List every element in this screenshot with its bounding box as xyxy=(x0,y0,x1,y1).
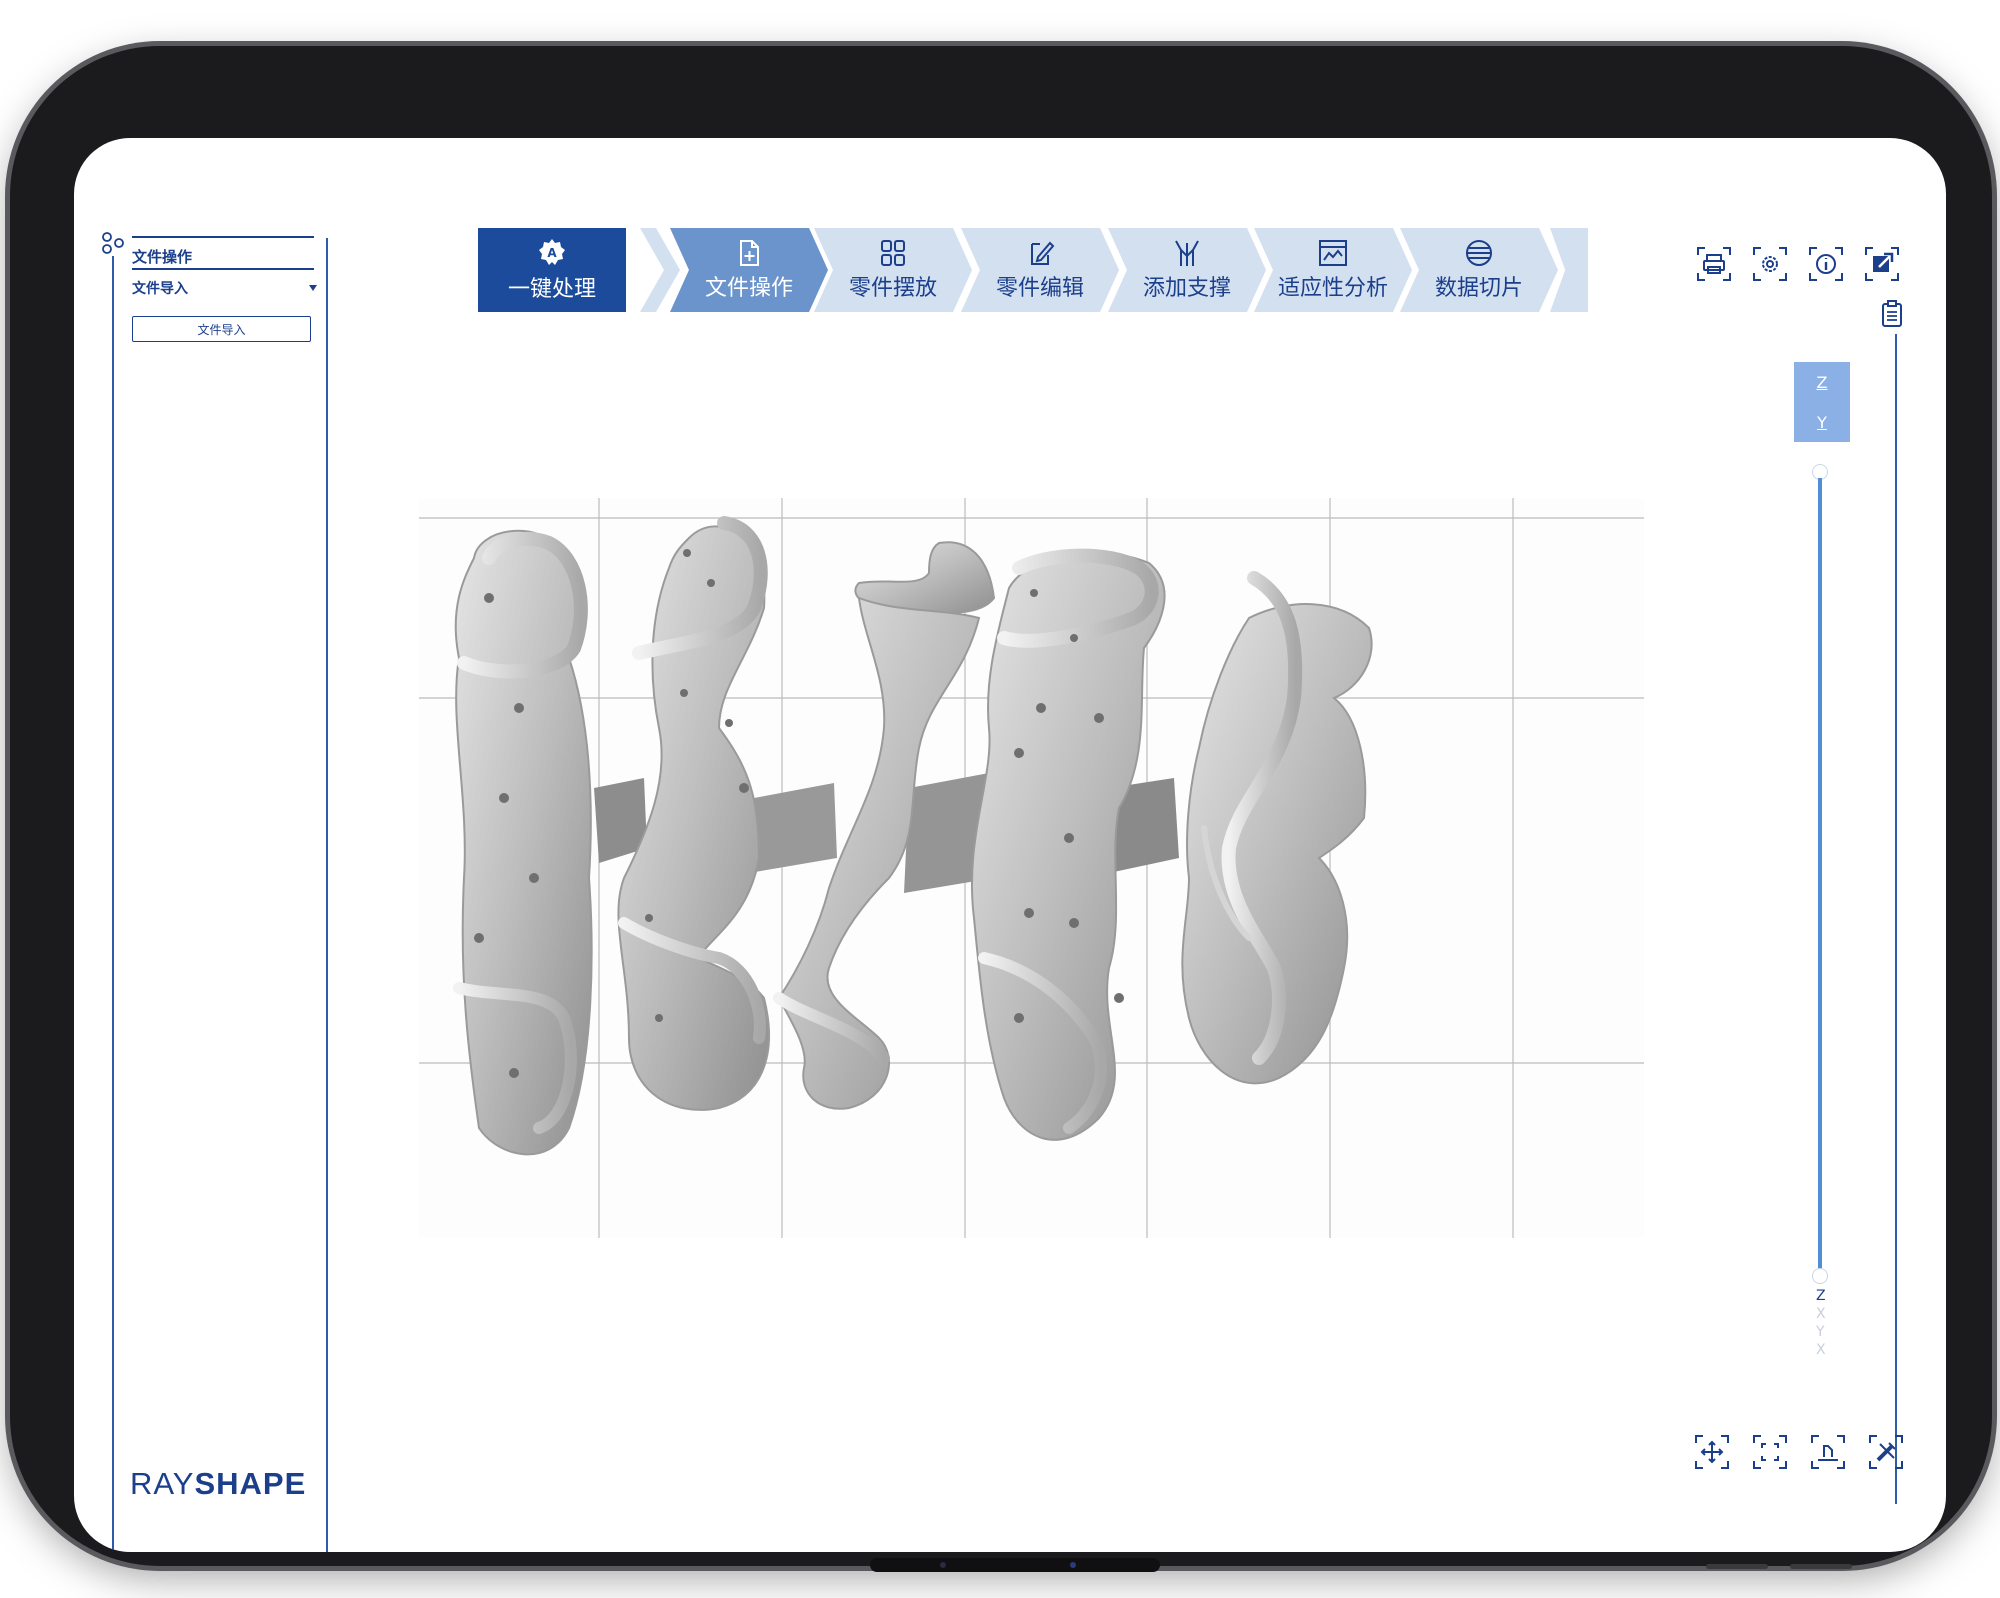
layer-slider-bottom-handle[interactable] xyxy=(1812,1268,1828,1284)
app-screen: 文件操作 文件导入 文件导入 RAYSHAPE A 一键处理 文件操作 零件摆放… xyxy=(74,138,1946,1552)
build-plate-viewport[interactable] xyxy=(419,498,1644,1238)
file-action-select-value: 文件导入 xyxy=(132,281,188,297)
place-on-bed-icon[interactable] xyxy=(1810,1434,1846,1470)
step-arrow-lead xyxy=(640,228,680,312)
clipboard-list-icon[interactable] xyxy=(1878,300,1906,328)
grid-icon xyxy=(881,240,905,266)
chevron-down-icon xyxy=(309,285,317,291)
import-file-button[interactable]: 文件导入 xyxy=(132,316,311,342)
axis-z-button[interactable]: Z xyxy=(1794,362,1850,402)
step-add-support[interactable]: 添加支撑 xyxy=(1108,228,1266,312)
step-label: 添加支撑 xyxy=(1142,276,1231,301)
print-icon[interactable] xyxy=(1696,246,1732,282)
step-adaptability-analysis[interactable]: 适应性分析 xyxy=(1254,228,1412,312)
step-label: 数据切片 xyxy=(1434,276,1523,301)
step-label: 文件操作 xyxy=(704,276,793,301)
layer-slider-track[interactable] xyxy=(1818,478,1822,1274)
file-add-icon xyxy=(740,240,759,266)
panel-divider xyxy=(132,268,314,270)
right-panel-border xyxy=(1895,334,1897,1504)
fit-view-icon[interactable] xyxy=(1752,1434,1788,1470)
tablet-frame: 文件操作 文件导入 文件导入 RAYSHAPE A 一键处理 文件操作 零件摆放… xyxy=(10,46,1992,1572)
step-label: 适应性分析 xyxy=(1277,276,1388,301)
settings-icon[interactable] xyxy=(1752,246,1788,282)
move-icon[interactable] xyxy=(1694,1434,1730,1470)
edit-document-icon xyxy=(1031,241,1055,265)
volume-button xyxy=(1706,1564,1768,1569)
axis-label: X xyxy=(1816,1342,1826,1358)
panel-divider xyxy=(132,236,314,238)
panel-section-title: 文件操作 xyxy=(132,248,193,266)
power-button xyxy=(1790,1564,1852,1569)
step-part-placement[interactable]: 零件摆放 xyxy=(814,228,972,312)
step-data-slice[interactable]: 数据切片 xyxy=(1400,228,1558,312)
tools-icon[interactable] xyxy=(1868,1434,1904,1470)
file-action-select[interactable]: 文件导入 xyxy=(132,276,317,300)
support-icon xyxy=(1175,240,1199,266)
step-file-operation[interactable]: 文件操作 xyxy=(670,228,828,312)
axis-label: Y xyxy=(1816,1324,1825,1340)
axis-label: X xyxy=(1816,1306,1826,1322)
axis-label: Z xyxy=(1816,1288,1826,1304)
auto-process-icon: A xyxy=(539,239,565,265)
brand-logo: RAYSHAPE xyxy=(130,1466,307,1501)
camera-bar xyxy=(870,1558,1160,1572)
panel-right-border xyxy=(326,238,328,1552)
axis-y-button[interactable]: Y xyxy=(1794,402,1850,442)
step-label: 零件编辑 xyxy=(995,276,1084,301)
info-icon[interactable] xyxy=(1808,246,1844,282)
layers-slice-icon xyxy=(1466,240,1492,266)
step-label: 零件摆放 xyxy=(848,276,937,301)
auto-process-button[interactable]: A 一键处理 xyxy=(478,228,626,312)
panel-nodes-icon[interactable] xyxy=(100,230,126,256)
analysis-chart-icon xyxy=(1319,240,1347,266)
step-part-edit[interactable]: 零件编辑 xyxy=(961,228,1119,312)
auto-process-label: 一键处理 xyxy=(507,277,596,302)
svg-text:A: A xyxy=(547,246,557,260)
panel-left-border xyxy=(112,256,114,1552)
export-icon[interactable] xyxy=(1864,246,1900,282)
